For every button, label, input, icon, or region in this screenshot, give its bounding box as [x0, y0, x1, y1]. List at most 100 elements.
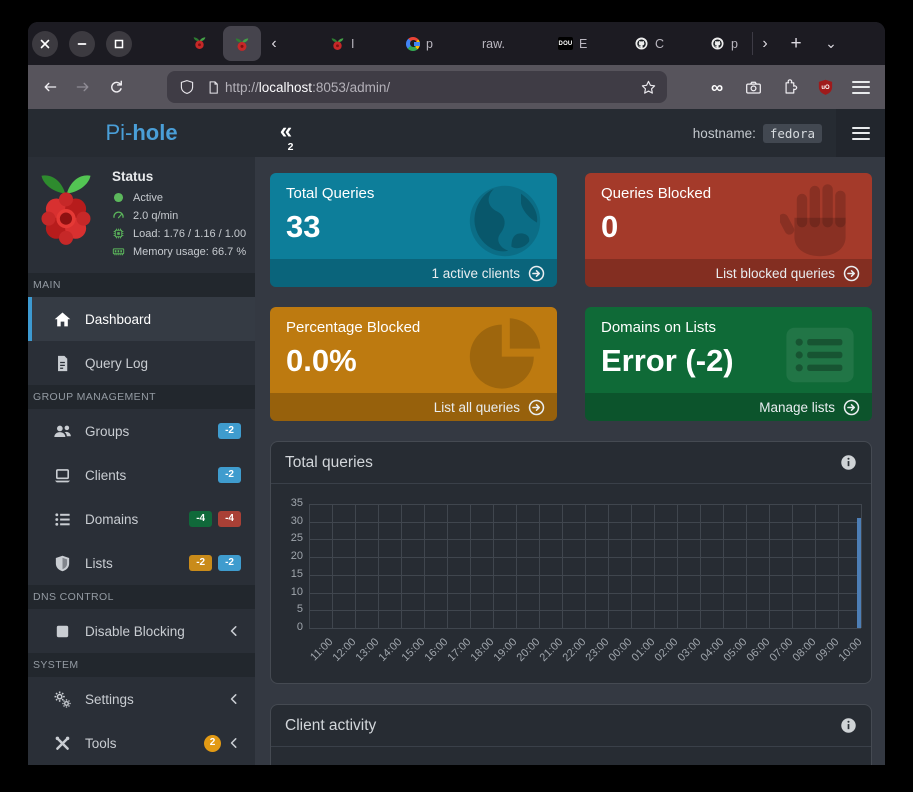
count-badge: -4	[218, 511, 241, 527]
bookmark-star-icon[interactable]	[640, 79, 657, 96]
github-favicon	[710, 36, 725, 51]
card-footer-link[interactable]: 1 active clients	[270, 259, 557, 287]
raspberry-logo-icon	[38, 234, 94, 251]
sidebar-item-dashboard[interactable]: Dashboard	[28, 297, 255, 341]
card-footer-link[interactable]: Manage lists	[585, 393, 872, 421]
extensions-puzzle-icon[interactable]	[777, 75, 801, 99]
query-bar[interactable]	[857, 518, 861, 628]
gridline	[723, 504, 724, 628]
tab-overflow-left-indicator[interactable]: ‹	[262, 31, 286, 56]
info-icon[interactable]	[840, 454, 857, 471]
hostname-display: hostname: fedora	[693, 124, 822, 143]
card-footer-link[interactable]: List blocked queries	[585, 259, 872, 287]
chevron-left-icon	[227, 692, 241, 706]
list-card-icon	[780, 315, 860, 395]
screenshot-camera-icon[interactable]	[741, 75, 765, 99]
globe-icon	[465, 181, 545, 261]
tab-github-4[interactable]: C	[626, 22, 700, 65]
camera-icon	[744, 79, 763, 96]
y-tick-label: 15	[277, 568, 303, 580]
status-text: 2.0 q/min	[133, 210, 178, 222]
tab-title: p	[731, 37, 738, 51]
page-info-icon[interactable]	[206, 79, 221, 96]
sidebar-item-tools[interactable]: Tools2	[28, 721, 255, 765]
url-bar[interactable]: http://localhost:8053/admin/	[167, 71, 667, 103]
tab-pihole-0[interactable]: I	[322, 22, 396, 65]
sidebar-item-settings[interactable]: Settings	[28, 677, 255, 721]
new-tab-button[interactable]: +	[784, 31, 808, 56]
extension-infinity-icon[interactable]: ∞	[705, 75, 729, 99]
sidebar-item-lists[interactable]: Lists-2-2	[28, 541, 255, 585]
gridline	[516, 504, 517, 628]
hand-icon	[780, 181, 860, 261]
arrow-circle-icon	[528, 399, 545, 416]
gridline	[585, 504, 586, 628]
memory-icon	[112, 245, 125, 258]
tab-title: E	[579, 37, 587, 51]
status-dot-icon	[112, 191, 125, 204]
puzzle-icon	[781, 79, 798, 96]
dou-favicon: DOU	[558, 37, 573, 50]
ublock-origin-icon[interactable]: uO	[813, 75, 837, 99]
y-tick-label: 10	[277, 586, 303, 598]
url-text: http://localhost:8053/admin/	[225, 80, 390, 95]
panel-header: Total queries	[271, 442, 871, 484]
window-maximize-button[interactable]	[106, 31, 132, 57]
sidebar-item-clients[interactable]: Clients-2	[28, 453, 255, 497]
gridline	[815, 504, 816, 628]
sidebar-item-domains[interactable]: Domains-4-4	[28, 497, 255, 541]
card-percentage-blocked: Percentage Blocked0.0%List all queries	[270, 307, 557, 421]
total-queries-chart[interactable]: 0510152025303511:0012:0013:0014:0015:001…	[277, 484, 861, 683]
y-tick-label: 0	[277, 621, 303, 633]
status-text: Memory usage: 66.7 %	[133, 246, 246, 258]
tab-dou-3[interactable]: DOU E	[550, 22, 624, 65]
scroll-tabs-right-button[interactable]: ›	[753, 31, 777, 56]
hamburger-icon	[852, 127, 870, 140]
forward-button[interactable]	[71, 75, 95, 99]
status-title: Status	[112, 169, 246, 184]
back-button[interactable]	[38, 75, 62, 99]
gears-icon	[53, 690, 72, 709]
sidebar-item-groups[interactable]: Groups-2	[28, 409, 255, 453]
sidebar: Status Active2.0 q/minLoad: 1.76 / 1.16 …	[28, 157, 255, 765]
client-activity-chart[interactable]	[271, 747, 871, 765]
tools-icon	[53, 734, 72, 753]
list-all-tabs-button[interactable]: ⌄	[819, 31, 843, 56]
shield-icon	[53, 554, 72, 573]
browser-window: ‹ Ipraw.DOUECp › + ⌄ http://localhost:80…	[28, 22, 885, 765]
sidebar-section-group-management: GROUP MANAGEMENT	[28, 385, 255, 409]
pihole-logo-text[interactable]: Pi-hole	[28, 120, 255, 146]
sidebar-section-main: MAIN	[28, 273, 255, 297]
reload-button[interactable]	[104, 75, 128, 99]
gridline	[332, 504, 333, 628]
dashboard-content: Total Queries331 active clientsQueries B…	[255, 157, 885, 765]
pihole-favicon	[192, 35, 207, 50]
hamburger-icon	[852, 81, 870, 94]
card-footer-link[interactable]: List all queries	[270, 393, 557, 421]
browser-menu-button[interactable]	[849, 75, 873, 99]
gridline	[355, 504, 356, 628]
tab-text-2[interactable]: raw.	[474, 22, 548, 65]
total-queries-panel: Total queries 0510152025303511:0012:0013…	[270, 441, 872, 684]
tab-google-1[interactable]: p	[398, 22, 472, 65]
arrow-circle-icon	[843, 265, 860, 282]
window-minimize-button[interactable]	[69, 31, 95, 57]
sidebar-item-label: Lists	[85, 556, 113, 571]
maximize-icon	[114, 39, 124, 49]
sidebar-item-label: Tools	[85, 736, 117, 751]
sidebar-menu: MAINDashboardQuery LogGROUP MANAGEMENTGr…	[28, 273, 255, 765]
tab-active-pihole[interactable]	[223, 26, 261, 61]
sidebar-item-label: Clients	[85, 468, 126, 483]
window-close-button[interactable]	[32, 31, 58, 57]
gridline	[562, 504, 563, 628]
panel-title: Total queries	[285, 454, 373, 472]
admin-menu-button[interactable]	[836, 109, 885, 157]
list-icon	[53, 510, 72, 529]
info-icon[interactable]	[840, 717, 857, 734]
sidebar-item-query-log[interactable]: Query Log	[28, 341, 255, 385]
gridline	[700, 504, 701, 628]
gridline	[309, 628, 861, 629]
sidebar-item-disable-blocking[interactable]: Disable Blocking	[28, 609, 255, 653]
pihole-favicon	[234, 36, 250, 52]
tab-pinned-pihole[interactable]	[192, 35, 208, 51]
